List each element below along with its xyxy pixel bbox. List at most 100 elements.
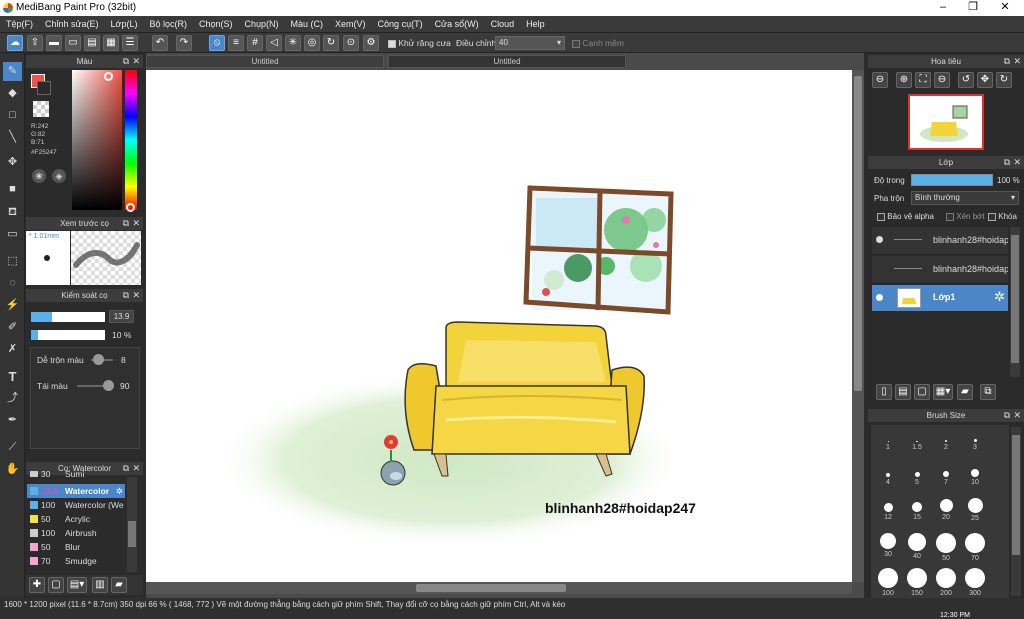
- scroll-thumb[interactable]: [1012, 435, 1020, 555]
- brush-size-option[interactable]: 70: [961, 533, 989, 567]
- brush-size-option[interactable]: 15: [903, 498, 931, 532]
- menu-select[interactable]: Chọn(S): [193, 16, 239, 32]
- hue-slider[interactable]: [125, 70, 137, 210]
- close-icon[interactable]: ✕: [132, 55, 140, 68]
- color-picker-cursor[interactable]: [104, 72, 113, 81]
- copy-layer-icon[interactable]: ▢: [914, 384, 930, 400]
- brush-size-option[interactable]: 7: [932, 463, 960, 497]
- close-icon[interactable]: ✕: [132, 462, 140, 475]
- layer-opacity-slider[interactable]: [911, 174, 993, 186]
- brush-size-option[interactable]: 3: [961, 428, 989, 462]
- layers-scrollbar[interactable]: [1010, 227, 1020, 377]
- redo-icon[interactable]: ↷: [176, 35, 192, 51]
- select-rect-tool-icon[interactable]: ⬚: [3, 252, 22, 271]
- document-icon[interactable]: ▤: [84, 35, 100, 51]
- eraser-tool-icon[interactable]: ◆: [3, 84, 22, 103]
- list-icon[interactable]: ☰: [122, 35, 138, 51]
- select-pen-tool-icon[interactable]: ✐: [3, 318, 22, 337]
- copy-brush-icon[interactable]: ▢: [48, 577, 64, 593]
- rectangle-tool-icon[interactable]: □: [3, 106, 22, 125]
- antialias-option[interactable]: Khử răng cưa: [388, 38, 451, 48]
- brush-size-option[interactable]: 10: [961, 463, 989, 497]
- visibility-icon[interactable]: [876, 294, 883, 301]
- brush-list-item[interactable]: 30 Sumi: [27, 471, 125, 479]
- rotate-left-icon[interactable]: ↺: [958, 72, 974, 88]
- select-eraser-tool-icon[interactable]: ✗: [3, 340, 22, 359]
- gradient-tool-icon[interactable]: ▭: [3, 225, 22, 244]
- brush-size-slider[interactable]: [31, 312, 105, 322]
- scroll-thumb[interactable]: [416, 584, 566, 592]
- brush-size-option[interactable]: 20: [932, 498, 960, 532]
- menu-edit[interactable]: Chỉnh sửa(E): [39, 16, 105, 32]
- blend-slider-handle[interactable]: [93, 354, 104, 365]
- brush-size-option[interactable]: 12: [874, 498, 902, 532]
- scroll-thumb[interactable]: [1011, 235, 1019, 363]
- brush-size-option[interactable]: 1.5: [903, 428, 931, 462]
- curve-snap-icon[interactable]: ↻: [323, 35, 339, 51]
- new-layer-icon[interactable]: ▯: [876, 384, 892, 400]
- ellipse-snap-icon[interactable]: ⊙: [343, 35, 359, 51]
- gear-icon[interactable]: ✲: [116, 484, 123, 498]
- clipping-checkbox[interactable]: [946, 212, 954, 221]
- popout-icon[interactable]: ⧉: [1004, 409, 1010, 422]
- brush-size-option[interactable]: 300: [961, 568, 989, 602]
- popout-icon[interactable]: ⧉: [1004, 55, 1010, 68]
- adjust-select[interactable]: 40 ▾: [495, 36, 565, 50]
- move-tool-icon[interactable]: ✥: [3, 153, 22, 172]
- bucket-tool-icon[interactable]: ⛾: [3, 203, 22, 222]
- hand-tool-icon[interactable]: ✋: [3, 460, 22, 479]
- navigator-thumbnail[interactable]: [908, 94, 984, 150]
- brush-opacity-slider[interactable]: [31, 330, 105, 340]
- close-icon[interactable]: ✕: [1013, 156, 1021, 169]
- zoom-out-icon[interactable]: ⊖: [872, 72, 888, 88]
- popout-icon[interactable]: ⧉: [123, 289, 129, 302]
- hand-divide-tool-icon[interactable]: ⤴: [3, 389, 22, 408]
- snap-off-icon[interactable]: ⦸: [209, 35, 225, 51]
- scroll-thumb[interactable]: [854, 76, 862, 391]
- pressure-slider-handle[interactable]: [103, 380, 114, 391]
- saturation-value-picker[interactable]: [72, 70, 122, 210]
- reset-icon[interactable]: ✥: [977, 72, 993, 88]
- brush-menu-icon[interactable]: ▤▾: [67, 577, 87, 593]
- scroll-thumb[interactable]: [128, 521, 136, 547]
- parallel-snap-icon[interactable]: ≡: [228, 35, 244, 51]
- brush-size-option[interactable]: 100: [874, 568, 902, 602]
- rotate-right-icon[interactable]: ↻: [996, 72, 1012, 88]
- layer-row-selected[interactable]: Lớp1 ✲: [872, 285, 1008, 311]
- magic-wand-tool-icon[interactable]: ⚡: [3, 296, 22, 315]
- background-color-swatch[interactable]: [37, 81, 51, 95]
- menu-tools[interactable]: Công cụ(T): [372, 16, 429, 32]
- menu-snap[interactable]: Chụp(N): [239, 16, 285, 32]
- brush-list-item[interactable]: 70 Smudge: [27, 554, 125, 568]
- zoom-minus-icon[interactable]: ⊖: [934, 72, 950, 88]
- brush-size-option[interactable]: 40: [903, 533, 931, 567]
- maximize-button[interactable]: ❐: [958, 0, 988, 16]
- grid-icon[interactable]: ▦: [103, 35, 119, 51]
- menu-layer[interactable]: Lớp(L): [105, 16, 144, 32]
- brush-tool-icon[interactable]: ✎: [3, 62, 22, 81]
- text-tool-icon[interactable]: T: [3, 367, 22, 386]
- lock-checkbox[interactable]: [988, 212, 996, 221]
- delete-brush-icon[interactable]: ▥: [92, 577, 108, 593]
- brush-list-item-selected[interactable]: 13.9 Watercolor ✲: [27, 484, 125, 498]
- transparent-color-swatch[interactable]: [33, 101, 49, 117]
- canvas-horizontal-scrollbar[interactable]: [146, 582, 852, 594]
- brush-list-item[interactable]: 50 Acrylic: [27, 512, 125, 526]
- palette-icon[interactable]: ❀: [32, 169, 46, 183]
- brush-list-item[interactable]: 50 Blur: [27, 540, 125, 554]
- brush-list-item[interactable]: 100 Airbrush: [27, 526, 125, 540]
- upload-icon[interactable]: ⇧: [27, 35, 43, 51]
- brush-size-scrollbar[interactable]: [1011, 427, 1021, 596]
- brush-size-option[interactable]: 25: [961, 498, 989, 532]
- menu-window[interactable]: Cửa sổ(W): [429, 16, 485, 32]
- add-brush-icon[interactable]: ✚: [29, 577, 45, 593]
- tab-untitled-1[interactable]: Untitled: [146, 55, 384, 68]
- menu-view[interactable]: Xem(V): [329, 16, 372, 32]
- lock-option[interactable]: Khóa: [988, 212, 1017, 221]
- grid-snap-icon[interactable]: #: [247, 35, 263, 51]
- protect-alpha-option[interactable]: Bảo vệ alpha: [877, 212, 934, 221]
- brush-size-option[interactable]: 2: [932, 428, 960, 462]
- folder-icon[interactable]: ▰: [111, 577, 127, 593]
- radial-snap-icon[interactable]: ✳: [285, 35, 301, 51]
- cloud-icon[interactable]: ☁: [7, 35, 23, 51]
